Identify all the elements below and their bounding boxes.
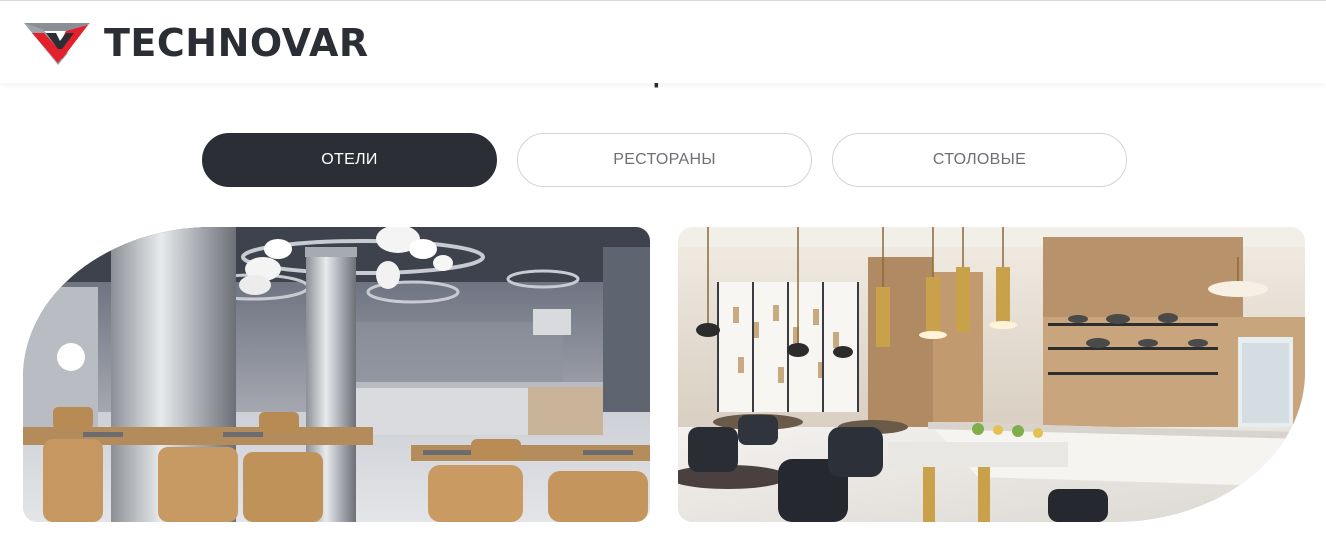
logo-text: TECHNOVAR xyxy=(104,21,369,65)
tab-restaurants[interactable]: РЕСТОРАНЫ xyxy=(517,133,812,187)
category-tabs: ОТЕЛИ РЕСТОРАНЫ СТОЛОВЫЕ xyxy=(202,133,1127,187)
hotel-buffet-interior-photo[interactable] xyxy=(23,227,650,522)
logo[interactable]: TECHNOVAR xyxy=(22,17,369,69)
hotel-restaurant-buffet-photo[interactable] xyxy=(678,227,1305,522)
tab-hotels[interactable]: ОТЕЛИ xyxy=(202,133,497,187)
site-header: TECHNOVAR xyxy=(0,0,1326,83)
technovar-logo-icon xyxy=(22,19,92,67)
tab-canteens[interactable]: СТОЛОВЫЕ xyxy=(832,133,1127,187)
